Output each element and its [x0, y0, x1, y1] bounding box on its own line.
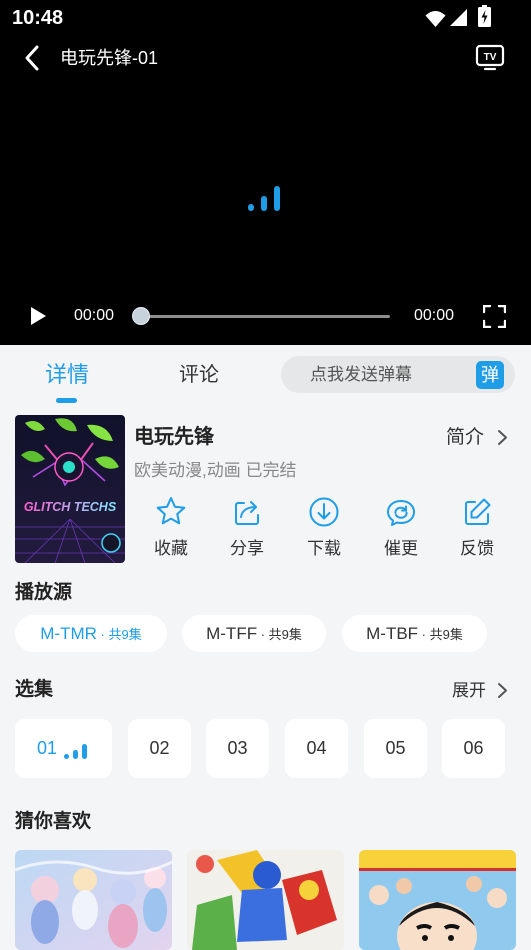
- source-chip[interactable]: M-TBF · 共9集: [342, 615, 487, 652]
- source-count: · 共9集: [418, 627, 463, 642]
- source-count: · 共9集: [257, 627, 302, 642]
- episode-label: 04: [306, 738, 327, 758]
- loading-indicator: [247, 184, 283, 211]
- share-icon: [235, 501, 259, 525]
- intro-link[interactable]: 简介: [446, 426, 484, 449]
- expand-link[interactable]: 展开: [452, 680, 486, 701]
- sources-heading: 播放源: [15, 582, 73, 603]
- duration: 00:00: [414, 307, 455, 324]
- episodes-heading: 选集: [15, 679, 54, 700]
- svg-text:TV: TV: [484, 52, 497, 63]
- fullscreen-icon[interactable]: [483, 305, 506, 328]
- episode-button[interactable]: 04: [285, 719, 348, 778]
- back-arrow-icon[interactable]: [22, 44, 44, 72]
- episode-button[interactable]: 05: [364, 719, 427, 778]
- source-chip[interactable]: M-TFF · 共9集: [182, 615, 326, 652]
- favorite-label: 收藏: [154, 539, 188, 558]
- recommend-heading: 猜你喜欢: [15, 811, 92, 832]
- feedback-label: 反馈: [460, 539, 494, 558]
- danmaku-placeholder: 点我发送弹幕: [310, 365, 412, 384]
- source-count: · 共9集: [96, 627, 142, 642]
- show-title: 电玩先锋: [134, 426, 214, 448]
- share-label: 分享: [230, 539, 264, 558]
- download-button[interactable]: 下载: [294, 494, 354, 562]
- episode-button[interactable]: 03: [206, 719, 269, 778]
- status-time: 10:48: [12, 7, 64, 29]
- cast-tv-icon[interactable]: TV: [475, 44, 505, 72]
- episode-label: 05: [385, 738, 406, 758]
- feedback-button[interactable]: 反馈: [447, 494, 507, 562]
- progress-track[interactable]: [141, 315, 390, 318]
- urge-update-label: 催更: [384, 539, 418, 558]
- tab-comments[interactable]: 评论: [179, 362, 219, 388]
- battery-charging-icon: [478, 5, 491, 27]
- progress-knob[interactable]: [132, 307, 150, 325]
- urge-update-button[interactable]: 催更: [371, 494, 431, 562]
- recommend-thumbnail[interactable]: [187, 850, 344, 950]
- source-name: M-TMR: [40, 624, 97, 643]
- episode-button[interactable]: 02: [128, 719, 191, 778]
- tab-active-indicator: [56, 398, 77, 403]
- download-label: 下载: [307, 539, 341, 558]
- video-player[interactable]: 10:48 电玩先锋-01 TV 00:00 00:00: [0, 0, 531, 345]
- current-time: 00:00: [74, 307, 115, 324]
- svg-text:GLITCH TECHS: GLITCH TECHS: [24, 500, 117, 514]
- share-button[interactable]: 分享: [217, 494, 277, 562]
- tab-details[interactable]: 详情: [45, 362, 89, 388]
- episode-label: 02: [149, 738, 170, 758]
- cell-signal-icon: [450, 9, 467, 26]
- show-poster: GLITCH TECHS: [15, 415, 125, 563]
- episode-button[interactable]: 01: [15, 719, 112, 778]
- source-name: M-TFF: [206, 624, 258, 643]
- favorite-button[interactable]: 收藏: [141, 494, 201, 562]
- recommend-thumbnail[interactable]: [15, 850, 172, 950]
- chevron-right-icon[interactable]: [497, 682, 508, 699]
- danmaku-input[interactable]: 点我发送弹幕 弹: [281, 356, 515, 393]
- episode-label: 03: [227, 738, 248, 758]
- source-chip[interactable]: M-TMR · 共9集: [15, 615, 167, 652]
- star-icon: [156, 497, 186, 525]
- episode-button[interactable]: 06: [442, 719, 505, 778]
- episode-label: 06: [463, 738, 484, 758]
- urge-update-icon: [387, 500, 415, 526]
- danmaku-toggle-button[interactable]: 弹: [476, 361, 504, 389]
- chevron-right-icon[interactable]: [497, 429, 508, 446]
- source-name: M-TBF: [366, 624, 419, 643]
- playing-indicator: [64, 744, 88, 759]
- play-icon[interactable]: [29, 306, 47, 326]
- feedback-edit-icon: [465, 498, 491, 525]
- show-meta: 欧美动漫,动画 已完结: [134, 461, 297, 480]
- wifi-icon: [425, 11, 446, 27]
- player-title: 电玩先锋-01: [60, 48, 159, 68]
- episode-label: 01: [37, 738, 58, 758]
- recommend-thumbnail[interactable]: [359, 850, 516, 950]
- download-icon: [309, 497, 339, 527]
